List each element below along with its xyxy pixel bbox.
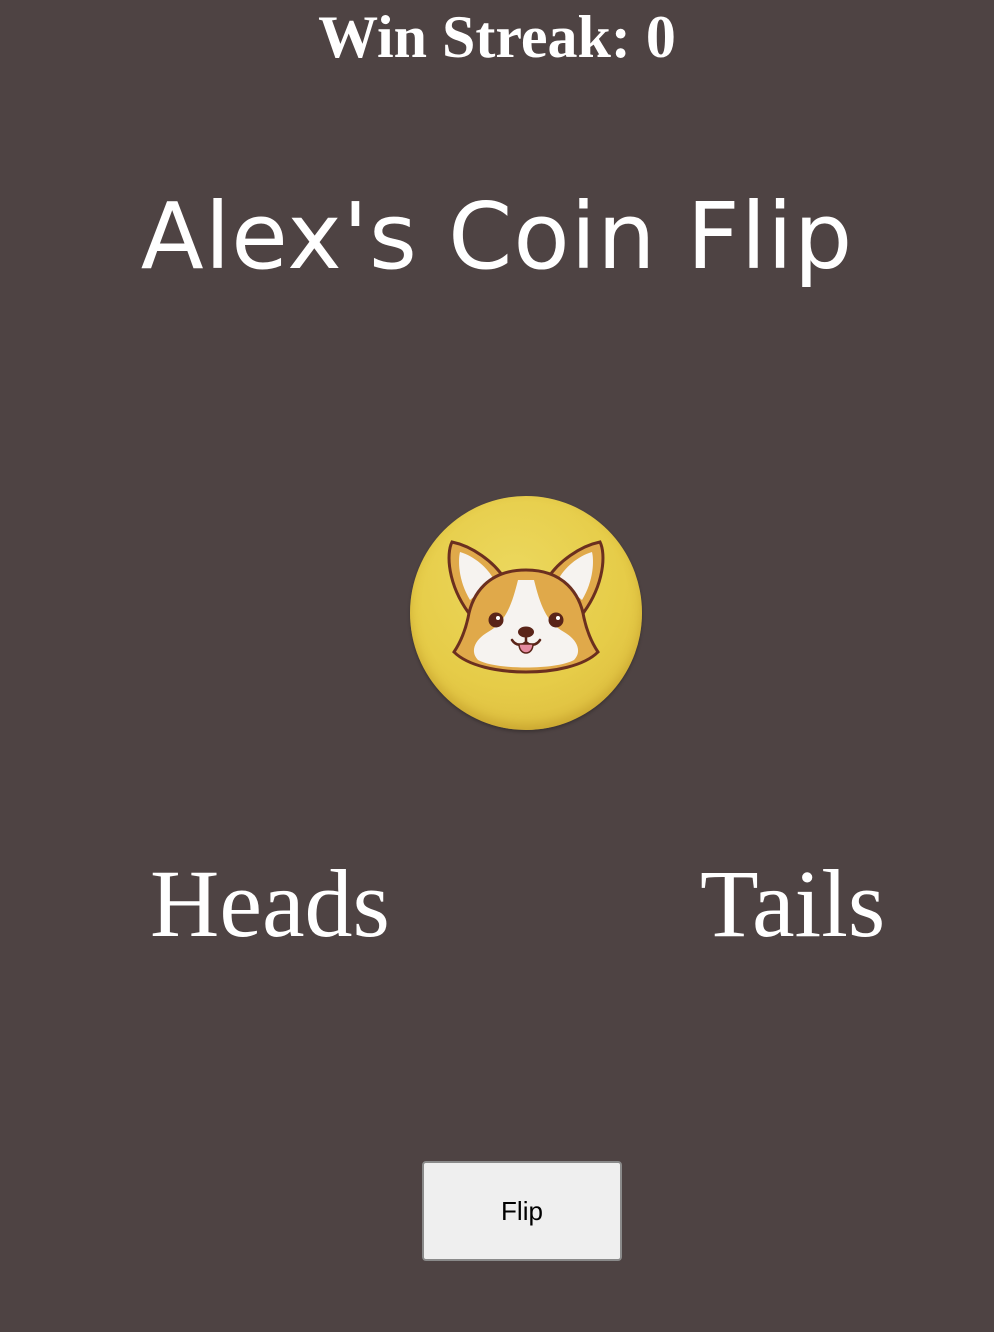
page-title: Alex's Coin Flip xyxy=(140,183,854,290)
tails-option[interactable]: Tails xyxy=(700,850,885,958)
coin[interactable] xyxy=(410,496,642,730)
win-streak-counter: Win Streak: 0 xyxy=(318,4,676,70)
heads-option[interactable]: Heads xyxy=(150,850,390,958)
corgi-face-icon xyxy=(447,540,605,674)
flip-button[interactable]: Flip xyxy=(422,1161,622,1261)
